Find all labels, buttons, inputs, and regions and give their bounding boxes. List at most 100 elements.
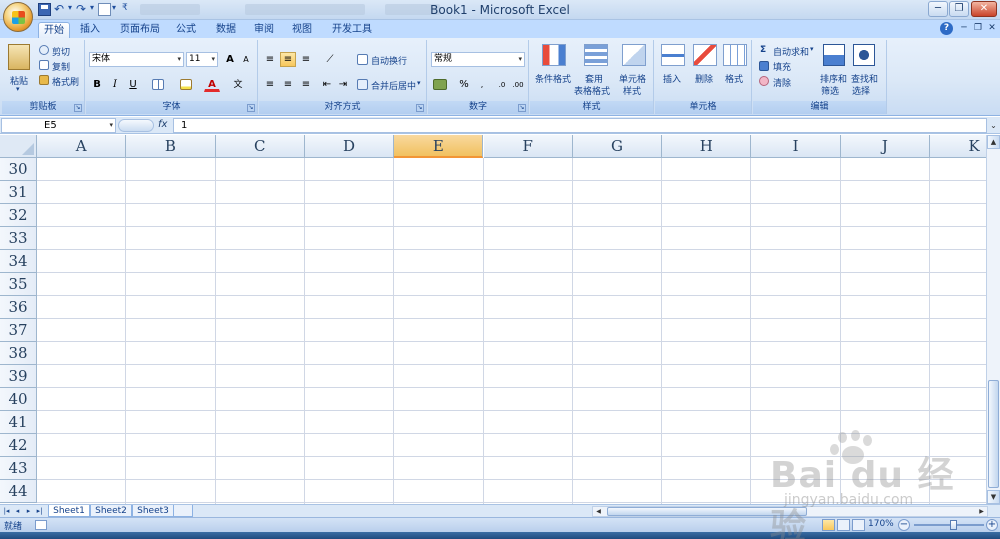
sheet-tab-sheet1[interactable]: Sheet1 bbox=[48, 505, 90, 517]
borders-icon[interactable] bbox=[152, 79, 164, 90]
page-break-view-button[interactable] bbox=[852, 519, 865, 531]
font-launcher-icon[interactable]: ↘ bbox=[247, 104, 255, 112]
sort-filter-icon[interactable] bbox=[823, 44, 845, 66]
decrease-indent-icon[interactable]: ⇤ bbox=[319, 77, 335, 92]
shrink-font-button[interactable]: A bbox=[238, 52, 254, 67]
row-header[interactable]: 30 bbox=[0, 158, 37, 181]
page-layout-view-button[interactable] bbox=[837, 519, 850, 531]
merge-dropdown-icon[interactable]: ▾ bbox=[417, 79, 421, 87]
autosum-button[interactable]: 自动求和 bbox=[773, 45, 809, 58]
horizontal-scrollbar[interactable]: ◀ ▶ bbox=[592, 506, 988, 517]
tab-developer[interactable]: 开发工具 bbox=[326, 22, 378, 38]
phonetic-button[interactable]: 文 bbox=[230, 77, 246, 92]
orientation-icon[interactable]: ⟋ bbox=[319, 52, 341, 67]
format-painter-button[interactable]: 格式刷 bbox=[52, 75, 79, 88]
zoom-in-button[interactable]: + bbox=[986, 519, 998, 531]
column-header[interactable]: B bbox=[126, 135, 216, 158]
cell-styles-icon[interactable] bbox=[622, 44, 646, 66]
row-header[interactable]: 44 bbox=[0, 480, 37, 503]
tab-data[interactable]: 数据 bbox=[210, 22, 242, 38]
insert-function-icon[interactable]: fx bbox=[158, 119, 167, 130]
scroll-left-arrow-icon[interactable]: ◀ bbox=[593, 507, 604, 516]
cell-styles-line2[interactable]: 样式 bbox=[623, 84, 641, 97]
zoom-slider-thumb[interactable] bbox=[950, 520, 957, 530]
workbook-minimize-button[interactable]: ─ bbox=[958, 22, 970, 34]
binoculars-icon[interactable] bbox=[853, 44, 875, 66]
column-header[interactable]: F bbox=[483, 135, 573, 158]
underline-button[interactable]: U bbox=[125, 77, 141, 92]
number-format-combo[interactable]: 常规 ▾ bbox=[431, 52, 525, 67]
font-color-button[interactable]: A bbox=[204, 77, 220, 92]
row-header[interactable]: 36 bbox=[0, 296, 37, 319]
normal-view-button[interactable] bbox=[822, 519, 835, 531]
format-cells-button[interactable]: 格式 bbox=[725, 72, 743, 85]
tab-home[interactable]: 开始 bbox=[38, 22, 70, 38]
zoom-out-button[interactable]: − bbox=[898, 519, 910, 531]
column-header[interactable]: E bbox=[394, 135, 484, 158]
column-header[interactable]: J bbox=[840, 135, 930, 158]
zoom-level[interactable]: 170% bbox=[868, 519, 894, 529]
scroll-up-arrow-icon[interactable]: ▲ bbox=[987, 135, 1000, 149]
next-sheet-arrow-icon[interactable]: ▸ bbox=[24, 506, 33, 516]
column-header[interactable]: G bbox=[572, 135, 663, 158]
formula-edit-toggle[interactable] bbox=[118, 119, 154, 132]
tab-formulas[interactable]: 公式 bbox=[170, 22, 202, 38]
paste-dropdown-icon[interactable]: ▾ bbox=[16, 85, 20, 93]
alignment-launcher-icon[interactable]: ↘ bbox=[416, 104, 424, 112]
worksheet-grid[interactable]: ABCDEFGHIJK 30 31 32 33 34 35 36 37 38 39 40 41 42 43… bbox=[0, 135, 986, 504]
office-button[interactable] bbox=[3, 2, 33, 32]
last-sheet-arrow-icon[interactable]: ▸| bbox=[35, 506, 44, 516]
row-header[interactable]: 40 bbox=[0, 388, 37, 411]
column-header[interactable]: C bbox=[215, 135, 305, 158]
horizontal-scroll-thumb[interactable] bbox=[607, 507, 807, 516]
tab-page-layout[interactable]: 页面布局 bbox=[114, 22, 166, 38]
column-header[interactable]: A bbox=[37, 135, 127, 158]
currency-icon[interactable] bbox=[433, 79, 447, 90]
increase-decimal-icon[interactable]: .0 bbox=[494, 77, 510, 92]
column-header[interactable]: K bbox=[930, 135, 986, 158]
format-as-table-icon[interactable] bbox=[584, 44, 608, 66]
vertical-scrollbar[interactable]: ▲ ▼ bbox=[986, 135, 1000, 504]
row-header[interactable]: 35 bbox=[0, 273, 37, 296]
format-table-line2[interactable]: 表格格式 bbox=[574, 84, 610, 97]
tab-view[interactable]: 视图 bbox=[286, 22, 318, 38]
row-header[interactable]: 42 bbox=[0, 434, 37, 457]
insert-sheet-icon[interactable] bbox=[173, 505, 193, 517]
sheet-tab-sheet2[interactable]: Sheet2 bbox=[90, 505, 132, 517]
number-launcher-icon[interactable]: ↘ bbox=[518, 104, 526, 112]
merge-center-button[interactable]: 合并后居中 bbox=[371, 79, 416, 92]
row-header[interactable]: 37 bbox=[0, 319, 37, 342]
align-middle-icon[interactable]: ≡ bbox=[280, 52, 296, 67]
column-header[interactable]: H bbox=[662, 135, 752, 158]
tab-insert[interactable]: 插入 bbox=[74, 22, 106, 38]
format-cells-icon[interactable] bbox=[723, 44, 747, 66]
align-bottom-icon[interactable]: ≡ bbox=[298, 52, 314, 67]
column-header[interactable]: I bbox=[751, 135, 841, 158]
find-select-line2[interactable]: 选择 bbox=[852, 84, 870, 97]
vertical-scroll-thumb[interactable] bbox=[988, 380, 999, 488]
align-right-icon[interactable]: ≡ bbox=[298, 77, 314, 92]
tab-review[interactable]: 审阅 bbox=[248, 22, 280, 38]
insert-cells-button[interactable]: 插入 bbox=[663, 72, 681, 85]
row-header[interactable]: 33 bbox=[0, 227, 37, 250]
name-box[interactable]: E5 ▾ bbox=[1, 118, 116, 133]
help-icon[interactable]: ? bbox=[940, 22, 953, 35]
grow-font-button[interactable]: A bbox=[222, 52, 238, 67]
minimize-button[interactable]: ─ bbox=[928, 1, 948, 17]
cut-button[interactable]: 剪切 bbox=[52, 45, 70, 58]
select-all-corner[interactable] bbox=[0, 135, 37, 158]
row-header[interactable]: 34 bbox=[0, 250, 37, 273]
percent-button[interactable]: % bbox=[456, 77, 472, 92]
zoom-slider-track[interactable] bbox=[914, 524, 984, 526]
row-header[interactable]: 43 bbox=[0, 457, 37, 480]
clear-button[interactable]: 清除 bbox=[773, 76, 791, 89]
italic-button[interactable]: I bbox=[107, 77, 123, 92]
wrap-text-button[interactable]: 自动换行 bbox=[371, 54, 407, 67]
close-button[interactable]: ✕ bbox=[971, 1, 997, 17]
delete-cells-icon[interactable] bbox=[693, 44, 717, 66]
insert-cells-icon[interactable] bbox=[661, 44, 685, 66]
paste-icon[interactable] bbox=[8, 44, 30, 70]
scroll-down-arrow-icon[interactable]: ▼ bbox=[987, 490, 1000, 504]
autosum-dropdown-icon[interactable]: ▾ bbox=[810, 45, 814, 53]
restore-button[interactable]: ❐ bbox=[949, 1, 969, 17]
